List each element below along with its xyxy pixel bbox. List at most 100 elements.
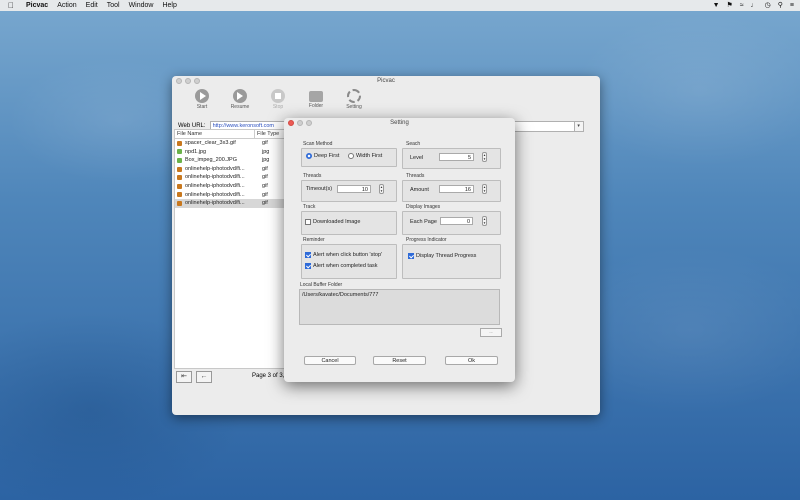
- checkbox-checked-icon: [408, 253, 414, 259]
- folder-button[interactable]: Folder: [302, 87, 330, 117]
- start-button[interactable]: Start: [188, 87, 216, 117]
- track-title: Track: [303, 204, 316, 210]
- resume-button[interactable]: Resume: [226, 87, 254, 117]
- jpg-file-icon: [177, 149, 182, 155]
- file-row-selected[interactable]: onlinehelp-iphotodvd/fi... gif: [175, 199, 287, 208]
- first-page-button[interactable]: ⇤: [176, 371, 192, 383]
- stop-button[interactable]: Stop: [264, 87, 292, 117]
- list-icon[interactable]: ≡: [790, 0, 794, 11]
- alert-stop-checkbox[interactable]: Alert when click button 'stop': [305, 252, 382, 258]
- file-name: onlinehelp-iphotodvd/fi...: [185, 174, 245, 181]
- chevron-down-icon: ▾: [577, 122, 580, 129]
- stop-icon: [271, 89, 285, 103]
- dialog-controls: [288, 120, 312, 126]
- buffer-folder-title: Local Buffer Folder: [300, 282, 343, 288]
- display-thread-progress-checkbox[interactable]: Display Thread Progress: [408, 253, 476, 259]
- file-name: spacer_clear_3x3.gif: [185, 140, 236, 146]
- file-row[interactable]: spacer_clear_3x3.gif gif: [175, 139, 287, 148]
- menu-action[interactable]: Action: [57, 0, 76, 11]
- level-stepper[interactable]: ▴ ▾: [482, 152, 487, 162]
- cancel-button[interactable]: Cancel: [304, 356, 356, 365]
- url-dropdown-button[interactable]: ▾: [573, 120, 584, 132]
- timeout-input[interactable]: 10: [337, 185, 371, 193]
- minimize-icon[interactable]: [297, 120, 303, 126]
- column-file-type[interactable]: File Type: [255, 130, 279, 138]
- deep-first-label: Deep First: [314, 153, 340, 159]
- alert-stop-label: Alert when click button 'stop': [313, 252, 383, 258]
- each-page-label: Each Page: [410, 219, 437, 225]
- gif-file-icon: [177, 200, 182, 206]
- file-name: npd1.jpg: [185, 148, 207, 155]
- menu-bar:  Picvac Action Edit Tool Window Help ▼ …: [0, 0, 800, 11]
- file-row[interactable]: npd1.jpg jpg: [175, 148, 287, 157]
- each-page-stepper[interactable]: ▴ ▾: [482, 216, 487, 226]
- file-list: File Name File Type spacer_clear_3x3.gif…: [174, 129, 288, 369]
- settings-titlebar: Setting: [284, 118, 515, 128]
- settings-dialog: Setting Scan Method Deep First Width Fir…: [284, 118, 515, 382]
- window-controls: [176, 78, 200, 84]
- close-icon[interactable]: [176, 78, 182, 84]
- search-icon[interactable]: ⚲: [778, 0, 783, 11]
- deep-first-radio[interactable]: Deep First: [306, 153, 339, 159]
- width-first-radio[interactable]: Width First: [348, 153, 382, 159]
- amount-stepper[interactable]: ▴ ▾: [482, 184, 487, 194]
- level-input[interactable]: 5: [439, 153, 474, 161]
- menu-window[interactable]: Window: [129, 0, 154, 11]
- zoom-icon[interactable]: [194, 78, 200, 84]
- file-row[interactable]: onlinehelp-iphotodvd/fi... gif: [175, 173, 287, 182]
- timeout-stepper[interactable]: ▴ ▾: [379, 184, 384, 194]
- menu-app-name[interactable]: Picvac: [26, 0, 48, 11]
- menu-help[interactable]: Help: [162, 0, 176, 11]
- setting-button[interactable]: Setting: [340, 87, 368, 117]
- browse-button[interactable]: ...: [480, 328, 502, 337]
- flag-icon[interactable]: ⚑: [727, 0, 733, 11]
- checkbox-checked-icon: [305, 252, 311, 258]
- settings-title: Setting: [390, 120, 409, 126]
- reset-button[interactable]: Reset: [373, 356, 426, 365]
- threads-amount-title: Threads: [406, 173, 425, 179]
- file-type: gif: [262, 200, 268, 207]
- minimize-icon[interactable]: [185, 78, 191, 84]
- menu-tool[interactable]: Tool: [107, 0, 120, 11]
- alert-complete-checkbox[interactable]: Alert when completed task: [305, 263, 378, 269]
- menu-edit[interactable]: Edit: [86, 0, 98, 11]
- downloaded-image-label: Downloaded Image: [313, 219, 361, 225]
- file-list-header: File Name File Type: [175, 130, 287, 139]
- buffer-path-value: /Users/kavatec/Documents/777: [302, 292, 379, 298]
- arrow-left-bar-icon: ⇤: [181, 373, 187, 380]
- v-app-icon[interactable]: ▼: [713, 0, 720, 11]
- window-title: Picvac: [377, 78, 395, 84]
- prev-page-button[interactable]: ←: [196, 371, 212, 383]
- file-row[interactable]: onlinehelp-iphotodvd/fi... gif: [175, 182, 287, 191]
- toolbar: Start Resume Stop Folder Setting: [172, 87, 600, 117]
- threads-timeout-title: Threads: [303, 173, 322, 179]
- each-page-input[interactable]: 0: [440, 217, 473, 225]
- radio-selected-icon: [306, 153, 312, 159]
- column-file-name[interactable]: File Name: [175, 130, 255, 138]
- level-label: Level: [410, 155, 424, 161]
- file-row[interactable]: Box_impeg_200.JPG jpg: [175, 156, 287, 165]
- stop-label: Stop: [272, 104, 284, 110]
- zoom-icon[interactable]: [306, 120, 312, 126]
- seach-title: Seach: [406, 141, 421, 147]
- radio-icon: [348, 153, 354, 159]
- ok-button[interactable]: Ok: [445, 356, 498, 365]
- reminder-title: Reminder: [303, 237, 325, 243]
- arrow-left-icon: ←: [200, 373, 208, 380]
- file-row[interactable]: onlinehelp-iphotodvd/fi... gif: [175, 165, 287, 174]
- apple-menu-icon[interactable]: : [8, 0, 16, 11]
- downloaded-image-checkbox[interactable]: Downloaded Image: [305, 219, 360, 225]
- buffer-path-field[interactable]: /Users/kavatec/Documents/777: [299, 289, 500, 325]
- file-row[interactable]: onlinehelp-iphotodvd/fi... gif: [175, 191, 287, 200]
- stepper-arrows-icon: ▴ ▾: [483, 217, 486, 225]
- start-label: Start: [196, 104, 208, 110]
- wifi-icon[interactable]: ≈: [740, 0, 744, 11]
- setting-label: Setting: [346, 104, 362, 110]
- file-type: gif: [262, 165, 268, 172]
- amount-input[interactable]: 16: [439, 185, 474, 193]
- volume-icon[interactable]: ♩: [751, 0, 758, 11]
- file-type: gif: [262, 182, 268, 189]
- clock-icon[interactable]: ◷: [765, 0, 771, 11]
- file-type: gif: [262, 140, 268, 146]
- close-icon[interactable]: [288, 120, 294, 126]
